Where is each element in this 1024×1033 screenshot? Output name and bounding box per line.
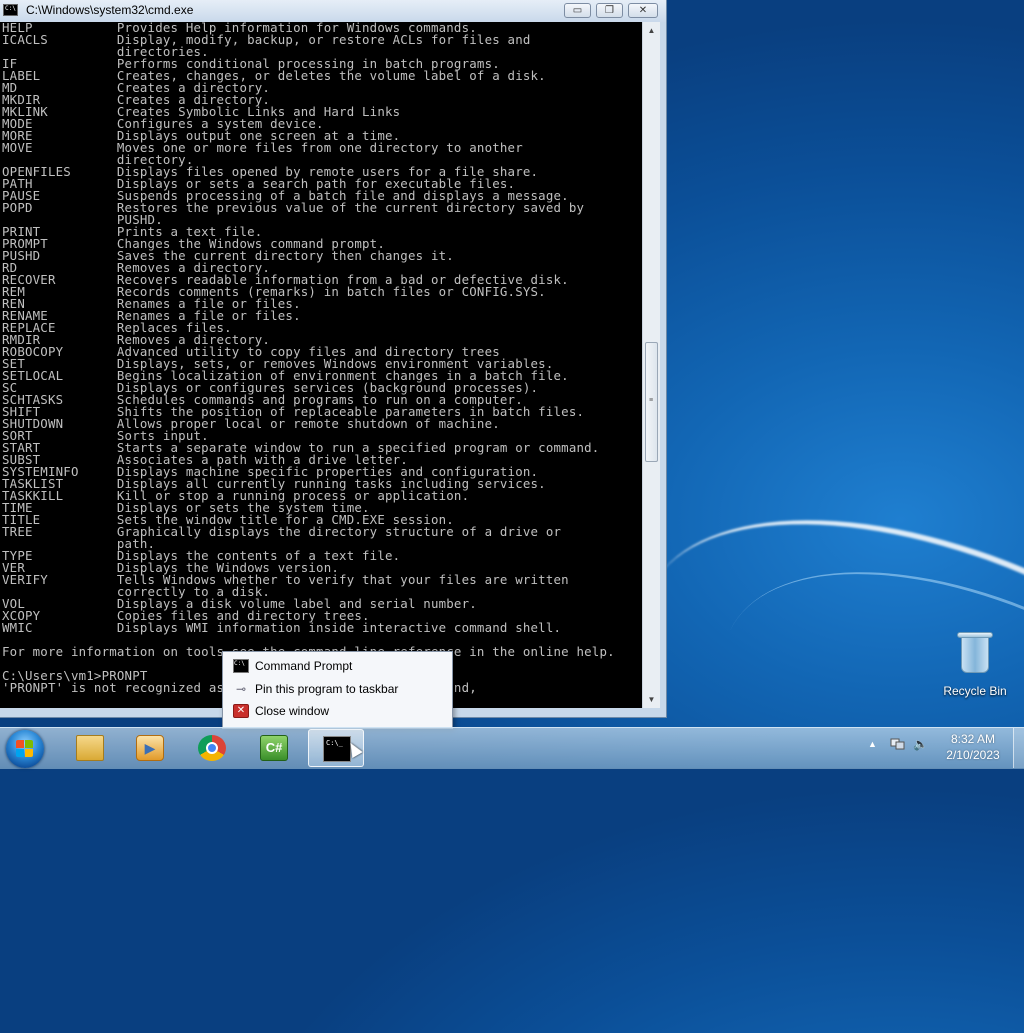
media-player-icon: ▶ xyxy=(136,735,164,761)
close-icon: ✕ xyxy=(638,5,648,16)
console-text: HELP Provides Help information for Windo… xyxy=(2,22,615,695)
windows-logo-icon xyxy=(16,740,34,758)
window-title: C:\Windows\system32\cmd.exe xyxy=(26,3,194,17)
minimize-icon: ▭ xyxy=(572,5,583,16)
scroll-down-arrow-icon[interactable]: ▼ xyxy=(643,691,660,708)
clock[interactable]: 8:32 AM 2/10/2023 xyxy=(938,731,1008,763)
taskbar-jump-list: C:\ Command Prompt ⊸ Pin this program to… xyxy=(222,651,453,729)
folder-icon xyxy=(76,735,104,761)
taskbar-chrome[interactable] xyxy=(184,729,240,767)
recycle-bin[interactable]: Recycle Bin xyxy=(940,628,1010,698)
start-button[interactable] xyxy=(6,730,44,768)
jumplist-item-command-prompt[interactable]: C:\ Command Prompt xyxy=(231,656,445,676)
minimize-button[interactable]: ▭ xyxy=(564,3,591,18)
network-icon[interactable] xyxy=(890,737,906,751)
taskbar-csharp[interactable]: C# xyxy=(246,729,302,767)
volume-icon[interactable]: 🔈 xyxy=(913,737,929,751)
scroll-up-arrow-icon[interactable]: ▲ xyxy=(643,22,660,39)
cmd-window[interactable]: C:\ C:\Windows\system32\cmd.exe ▭ ❐ ✕ HE… xyxy=(0,0,667,718)
show-hidden-icons-icon[interactable]: ▲ xyxy=(868,739,877,749)
jumplist-item-label: Pin this program to taskbar xyxy=(255,682,399,696)
close-icon: ✕ xyxy=(233,704,249,718)
title-bar[interactable]: C:\ C:\Windows\system32\cmd.exe ▭ ❐ ✕ xyxy=(0,0,666,22)
jumplist-item-close-window[interactable]: ✕ Close window xyxy=(231,701,445,721)
console-output[interactable]: HELP Provides Help information for Windo… xyxy=(0,22,642,708)
chrome-icon xyxy=(198,735,226,761)
close-button[interactable]: ✕ xyxy=(628,3,658,18)
taskbar-explorer[interactable] xyxy=(62,729,118,767)
clock-time: 8:32 AM xyxy=(950,732,996,746)
pin-icon: ⊸ xyxy=(235,682,247,696)
scroll-thumb[interactable]: ≡ xyxy=(645,342,658,462)
jumplist-item-label: Command Prompt xyxy=(255,659,353,673)
cmd-icon: C:\ xyxy=(233,659,249,673)
maximize-button[interactable]: ❐ xyxy=(596,3,623,18)
cmd-icon[interactable]: C:\ xyxy=(3,4,18,16)
recycle-bin-label: Recycle Bin xyxy=(943,684,1007,698)
grip-icon: ≡ xyxy=(649,397,654,404)
jumplist-item-label: Close window xyxy=(255,704,330,718)
maximize-icon: ❐ xyxy=(605,5,614,16)
vertical-scrollbar[interactable]: ▲ ≡ ▼ xyxy=(642,22,660,708)
taskbar-media-player[interactable]: ▶ xyxy=(122,729,178,767)
csharp-icon: C# xyxy=(260,735,288,761)
show-desktop-button[interactable] xyxy=(1013,728,1024,768)
clock-date: 2/10/2023 xyxy=(946,748,1000,762)
jumplist-item-pin[interactable]: ⊸ Pin this program to taskbar xyxy=(231,679,445,699)
recycle-bin-icon xyxy=(957,632,993,674)
